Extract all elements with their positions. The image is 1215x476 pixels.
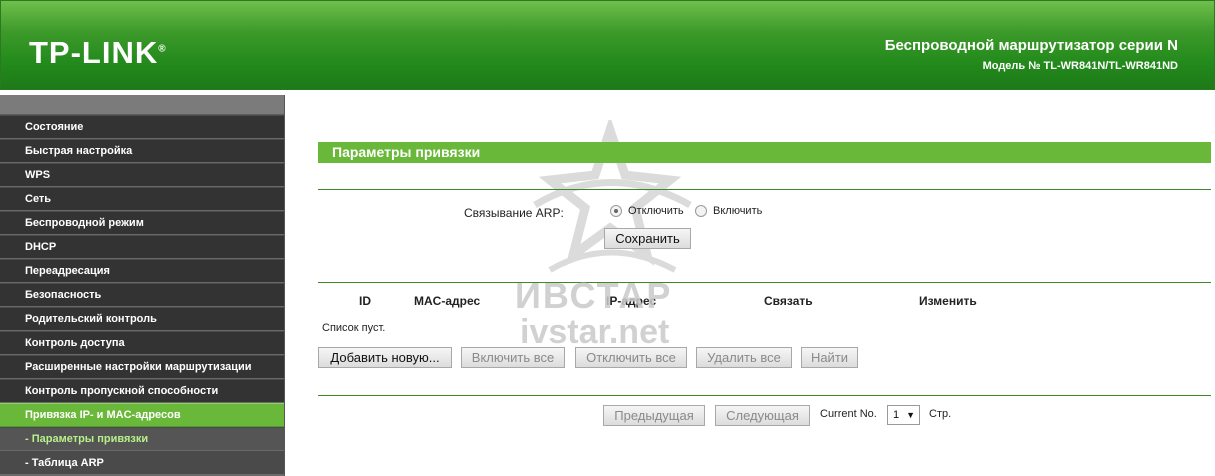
registered-mark: ®	[158, 43, 167, 55]
model-title: Модель № TL-WR841N/TL-WR841ND	[982, 60, 1178, 72]
column-header-mac: MAC-адрес	[414, 294, 481, 308]
column-header-id: ID	[359, 294, 371, 308]
sidebar-subitem-arp-list[interactable]: - Таблица ARP	[0, 451, 284, 475]
sidebar-item-network[interactable]: Сеть	[0, 187, 284, 211]
column-header-bind: Связать	[764, 294, 813, 308]
page-suffix-label: Стр.	[929, 408, 952, 420]
section-title: Параметры привязки	[318, 142, 1211, 163]
column-header-ip: IP-адрес	[606, 294, 657, 308]
divider-middle	[318, 282, 1211, 283]
current-page-label: Current No.	[820, 408, 877, 420]
page-number-select[interactable]: 1 ▼	[887, 405, 920, 425]
sidebar-item-status[interactable]: Состояние	[0, 115, 284, 139]
empty-list-text: Список пуст.	[322, 322, 386, 334]
sidebar-item-parental-control[interactable]: Родительский контроль	[0, 307, 284, 331]
sidebar-item-bandwidth-control[interactable]: Контроль пропускной способности	[0, 379, 284, 403]
divider-top	[318, 189, 1211, 190]
radio-disable[interactable]: Отключить	[610, 205, 684, 217]
radio-enable-label: Включить	[713, 205, 763, 217]
sidebar-item-wps[interactable]: WPS	[0, 163, 284, 187]
sidebar-item-access-control[interactable]: Контроль доступа	[0, 331, 284, 355]
sidebar-menu: Состояние Быстрая настройка WPS Сеть Бес…	[0, 95, 285, 476]
disable-all-button[interactable]: Отключить все	[575, 347, 687, 368]
logo-text: TP-LINK	[29, 35, 159, 70]
main-content: Параметры привязки Связывание ARP: Отклю…	[286, 95, 1215, 476]
radio-enable[interactable]: Включить	[695, 205, 762, 217]
header-banner: TP-LINK® Беспроводной маршрутизатор сери…	[0, 0, 1215, 90]
tp-link-logo: TP-LINK®	[29, 35, 167, 71]
sidebar-item-ip-mac-binding[interactable]: Привязка IP- и MAC-адресов	[0, 403, 284, 427]
chevron-down-icon: ▼	[906, 410, 915, 420]
save-button[interactable]: Сохранить	[604, 228, 691, 249]
sidebar-item-dhcp[interactable]: DHCP	[0, 235, 284, 259]
add-new-button[interactable]: Добавить новую...	[318, 347, 452, 368]
arp-binding-label: Связывание ARP:	[464, 206, 564, 220]
sidebar-top-bar	[0, 95, 284, 115]
sidebar-item-advanced-routing[interactable]: Расширенные настройки маршрутизации	[0, 355, 284, 379]
page-number-value: 1	[893, 409, 900, 421]
sidebar-subitem-binding-settings[interactable]: - Параметры привязки	[0, 427, 284, 451]
prev-page-button[interactable]: Предыдущая	[603, 405, 705, 426]
delete-all-button[interactable]: Удалить все	[696, 347, 792, 368]
product-title: Беспроводной маршрутизатор серии N	[884, 37, 1178, 54]
divider-bottom	[318, 395, 1211, 396]
radio-disable-circle[interactable]	[610, 205, 622, 217]
sidebar-item-wireless[interactable]: Беспроводной режим	[0, 211, 284, 235]
sidebar-item-security[interactable]: Безопасность	[0, 283, 284, 307]
sidebar-item-forwarding[interactable]: Переадресация	[0, 259, 284, 283]
radio-disable-label: Отключить	[628, 205, 684, 217]
next-page-button[interactable]: Следующая	[715, 405, 810, 426]
radio-enable-circle[interactable]	[695, 205, 707, 217]
find-button[interactable]: Найти	[801, 347, 858, 368]
sidebar-item-quick-setup[interactable]: Быстрая настройка	[0, 139, 284, 163]
enable-all-button[interactable]: Включить все	[461, 347, 565, 368]
column-header-edit: Изменить	[919, 294, 977, 308]
